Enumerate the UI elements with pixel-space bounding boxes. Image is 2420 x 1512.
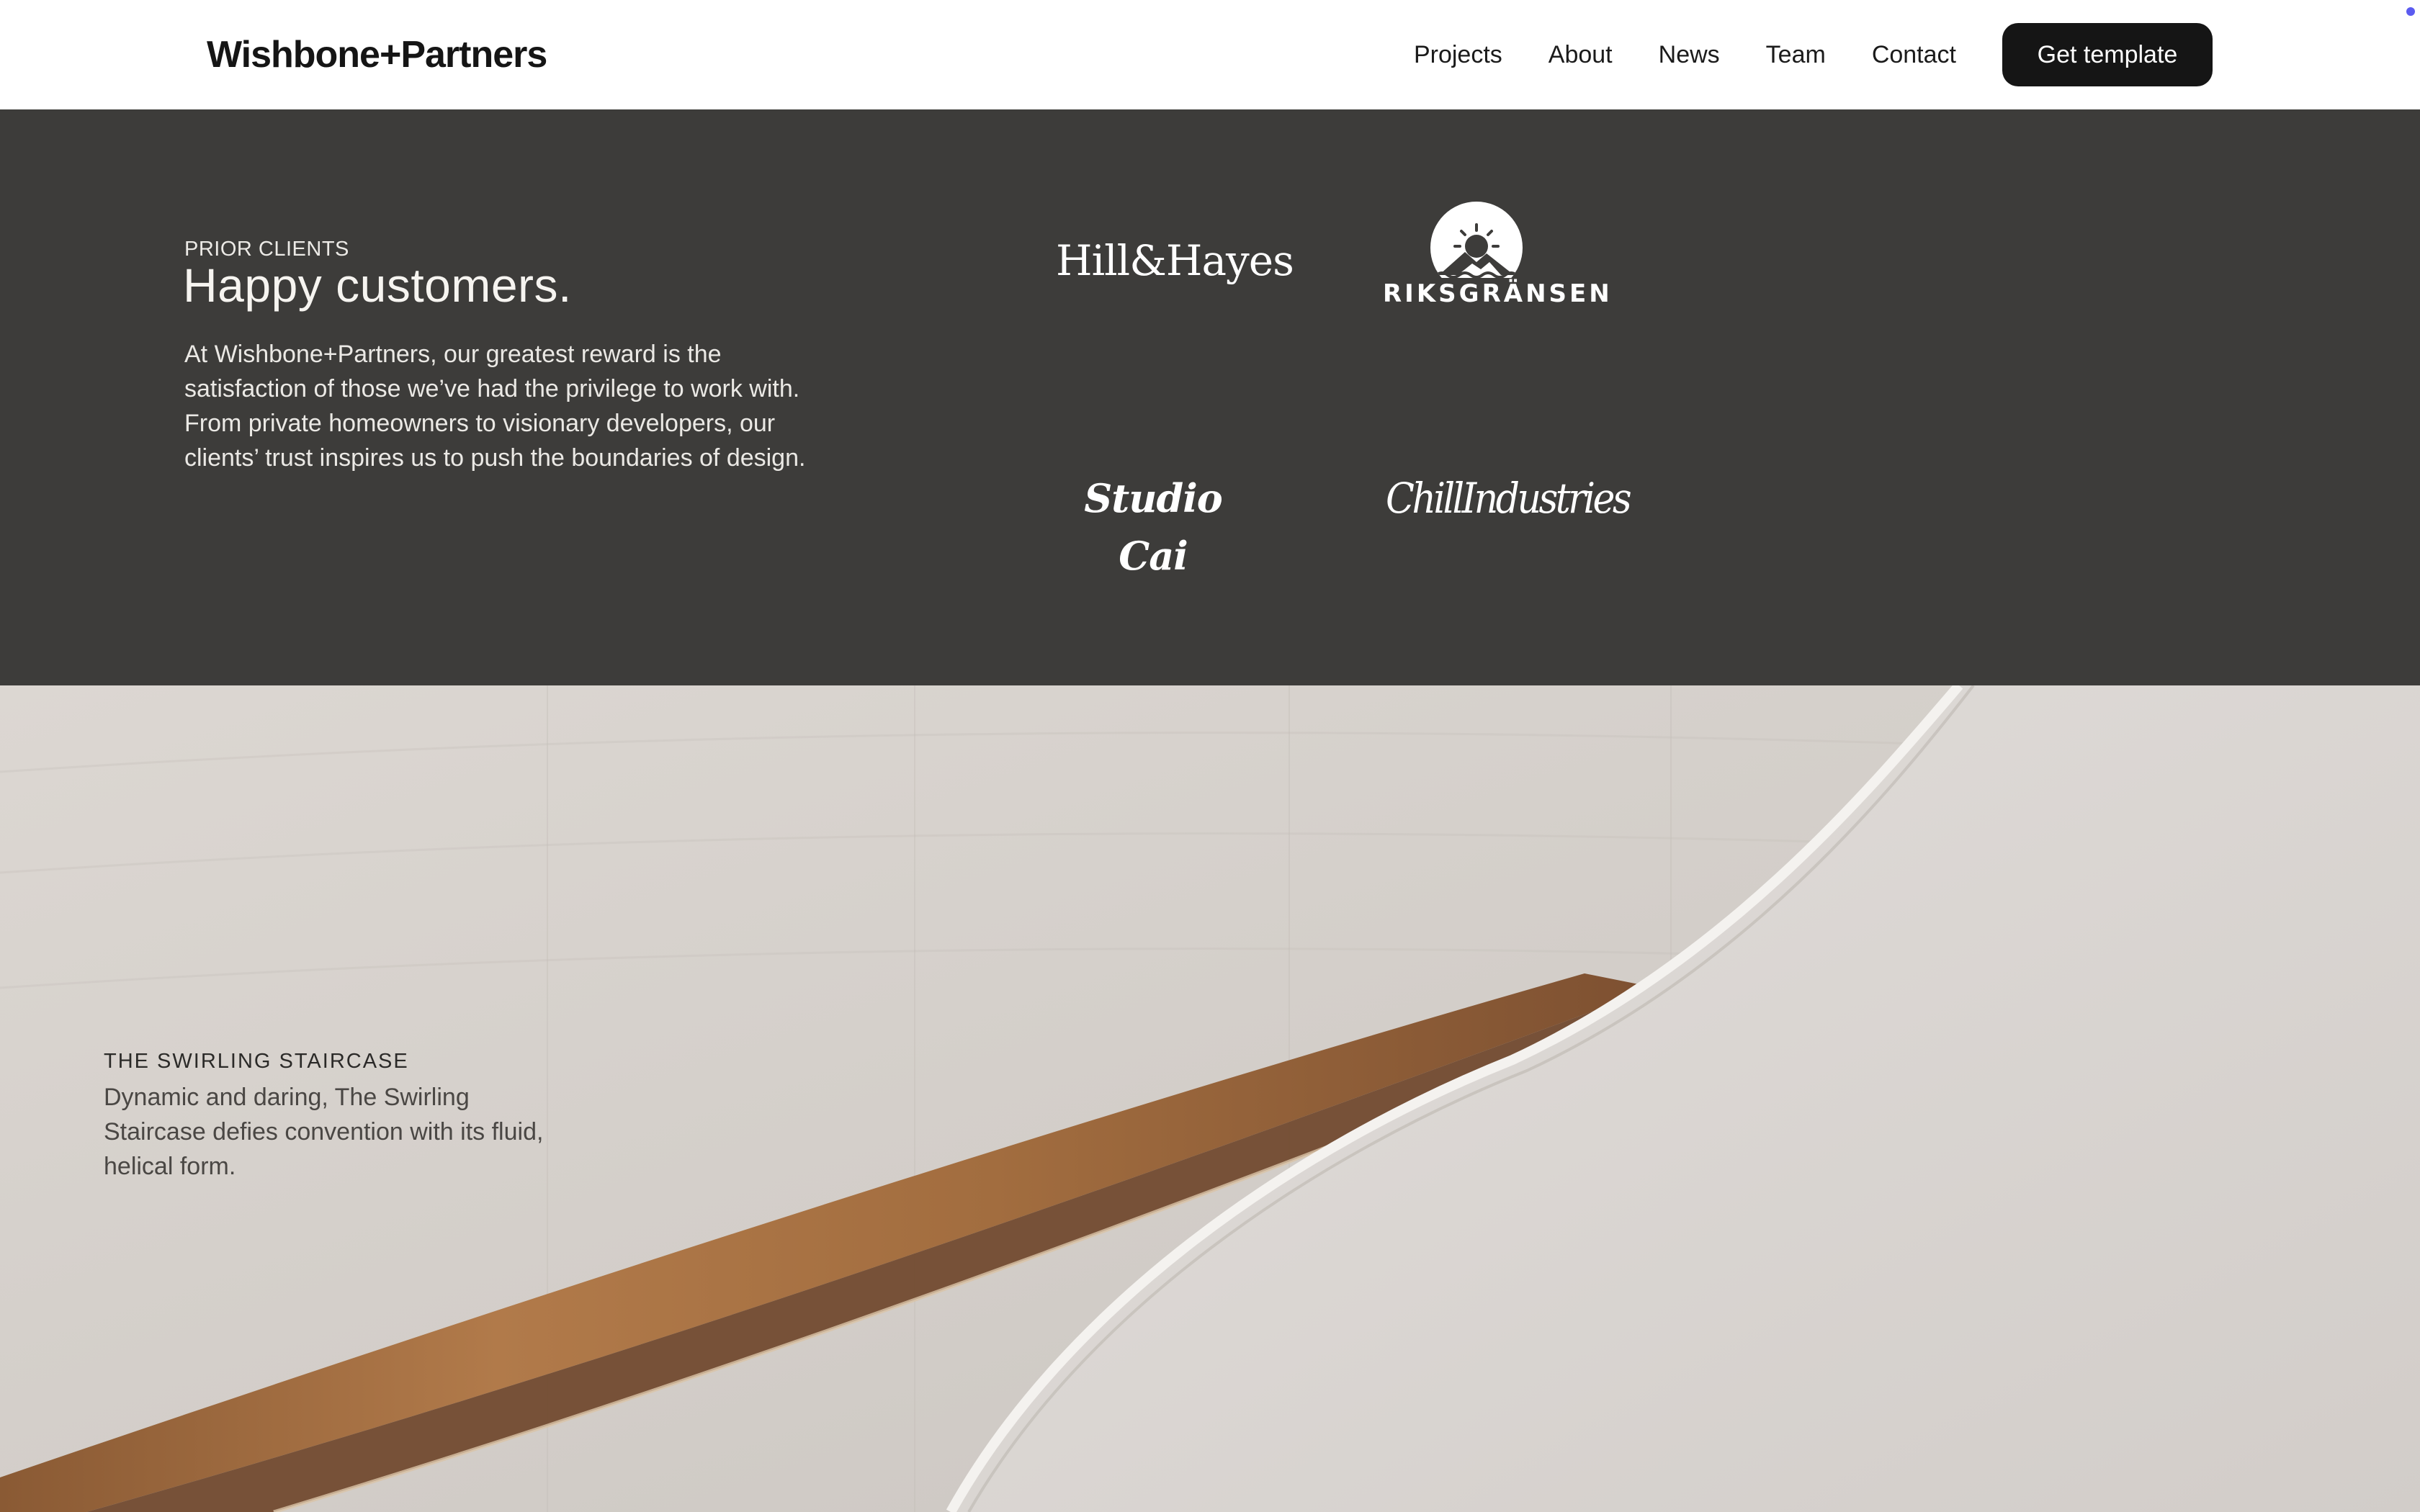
client-logo-hill-hayes: Hill&Hayes xyxy=(1056,236,1294,285)
clients-section: PRIOR CLIENTS Happy customers. At Wishbo… xyxy=(0,109,2420,685)
project-eyebrow: THE SWIRLING STAIRCASE xyxy=(104,1050,409,1073)
riksgransen-wordmark: RIKSGRÄNSEN xyxy=(1383,279,1613,308)
main-nav: Projects About News Team Contact Get tem… xyxy=(1414,22,2213,87)
client-logo-studio-cai: Studio Cai xyxy=(1084,475,1223,579)
brand-logo[interactable]: Wishbone+Partners xyxy=(207,29,547,81)
clients-description: At Wishbone+Partners, our greatest rewar… xyxy=(184,341,806,472)
client-logo-chill-industries: ChillIndustries xyxy=(1386,474,1632,523)
swirling-staircase-hero: THE SWIRLING STAIRCASE Dynamic and darin… xyxy=(0,685,2420,1512)
site-header: Wishbone+Partners Projects About News Te… xyxy=(0,0,2420,109)
client-logo-riksgransen: RIKSGRÄNSEN xyxy=(1383,200,1613,315)
nav-contact[interactable]: Contact xyxy=(1872,22,1956,87)
sun-mountain-icon xyxy=(1430,202,1523,278)
nav-news[interactable]: News xyxy=(1659,22,1720,87)
nav-team[interactable]: Team xyxy=(1766,22,1826,87)
nav-projects[interactable]: Projects xyxy=(1414,22,1502,87)
get-template-button[interactable]: Get template xyxy=(2002,23,2213,86)
nav-about[interactable]: About xyxy=(1549,22,1613,87)
status-dot xyxy=(2406,7,2415,16)
clients-title: Happy customers. xyxy=(183,258,572,312)
project-description: Dynamic and daring, The Swirling Stairca… xyxy=(104,1084,544,1180)
